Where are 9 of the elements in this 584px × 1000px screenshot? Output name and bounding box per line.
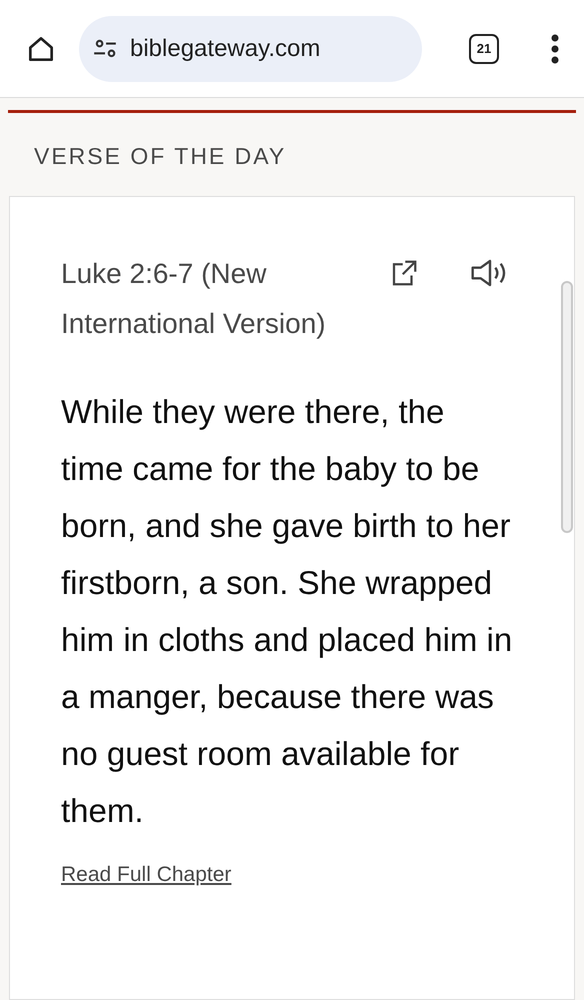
address-bar[interactable]: biblegateway.com <box>79 16 422 82</box>
scrollbar[interactable] <box>561 280 573 532</box>
url-text: biblegateway.com <box>130 34 320 64</box>
menu-icon[interactable] <box>551 34 559 64</box>
verse-text: While they were there, the time came for the baby to be born, and she gave birth to her firstborn, a son. She wrapped him in cloths and placed him in a manger, because there was no guest room available for them. <box>61 392 514 830</box>
tab-switcher[interactable]: 21 <box>469 34 499 64</box>
verse-reference: Luke 2:6-7 (New International Version) <box>61 256 327 341</box>
read-chapter-link[interactable]: Read Full Chapter <box>61 858 232 890</box>
section-title: VERSE OF THE DAY <box>34 142 288 171</box>
